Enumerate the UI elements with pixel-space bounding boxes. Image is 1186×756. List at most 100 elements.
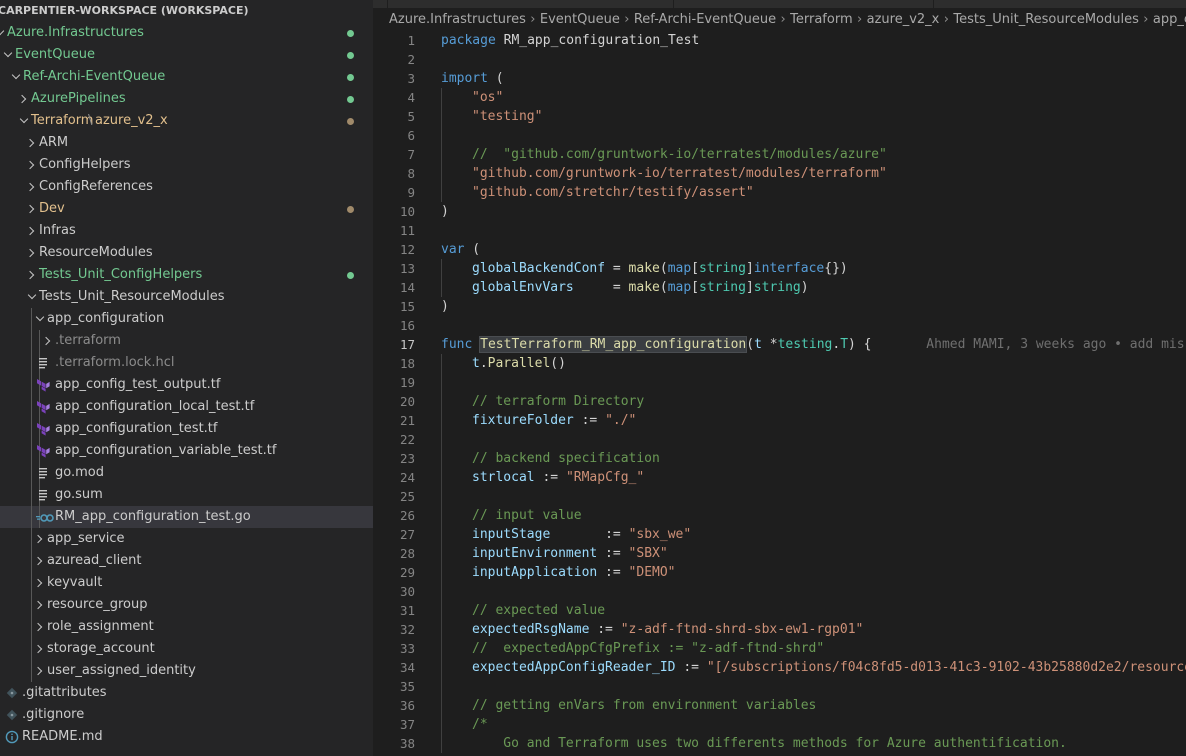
chevron-right-icon[interactable] — [35, 572, 47, 594]
file-row[interactable]: .gitattributes — [0, 682, 373, 704]
code-line[interactable]: 1 package RM_app_configuration_Test — [373, 31, 1186, 50]
code-line[interactable]: 36 // getting enVars from environment var… — [373, 696, 1186, 715]
chevron-right-icon[interactable] — [27, 198, 39, 220]
file-row[interactable]: go.mod — [0, 462, 373, 484]
code-line[interactable]: 33 // expectedAppCfgPrefix := "z-adf-ftnd… — [373, 639, 1186, 658]
code-line[interactable]: 28 inputEnvironment := "SBX" — [373, 544, 1186, 563]
folder-row[interactable]: ARM — [0, 132, 373, 154]
chevron-right-icon[interactable] — [27, 132, 39, 154]
folder-row[interactable]: Dev — [0, 198, 373, 220]
folder-row[interactable]: EventQueue — [0, 44, 373, 66]
chevron-right-icon[interactable] — [27, 154, 39, 176]
workspace-section-title[interactable]: CARPENTIER-WORKSPACE (WORKSPACE) — [0, 0, 373, 22]
code-line[interactable]: 25 — [373, 487, 1186, 506]
code-line[interactable]: 22 — [373, 430, 1186, 449]
breadcrumb-item[interactable]: azure_v2_x — [867, 12, 940, 27]
chevron-right-icon[interactable] — [35, 550, 47, 572]
code-line[interactable]: 13 globalBackendConf = make(map[string]in… — [373, 259, 1186, 278]
breadcrumb-item[interactable]: app_configuration — [1153, 12, 1186, 27]
folder-row[interactable]: .terraform — [0, 330, 373, 352]
chevron-down-icon[interactable] — [35, 308, 47, 330]
code-line[interactable]: 2 — [373, 50, 1186, 69]
file-row[interactable]: go.sum — [0, 484, 373, 506]
code-line[interactable]: 10) — [373, 202, 1186, 221]
chevron-down-icon[interactable] — [3, 44, 15, 66]
breadcrumb-item[interactable]: Azure.Infrastructures — [389, 12, 526, 27]
folder-row[interactable]: Tests_Unit_ConfigHelpers — [0, 264, 373, 286]
code-line[interactable]: 38 Go and Terraform uses two differents … — [373, 734, 1186, 753]
folder-row[interactable]: Azure.Infrastructures — [0, 22, 373, 44]
code-line[interactable]: 24 strlocal := "RMapCfg_" — [373, 468, 1186, 487]
chevron-right-icon[interactable] — [19, 88, 31, 110]
code-line[interactable]: 20 // terraform Directory — [373, 392, 1186, 411]
folder-row[interactable]: azuread_client — [0, 550, 373, 572]
code-line[interactable]: 18 t.Parallel() — [373, 354, 1186, 373]
code-line[interactable]: 19 — [373, 373, 1186, 392]
chevron-right-icon[interactable] — [35, 528, 47, 550]
file-row[interactable]: .terraform.lock.hcl — [0, 352, 373, 374]
code-line[interactable]: 7 // "github.com/gruntwork-io/terratest/m… — [373, 145, 1186, 164]
code-line[interactable]: 37 /* — [373, 715, 1186, 734]
code-line[interactable]: 21 fixtureFolder := "./" — [373, 411, 1186, 430]
code-line[interactable]: 30 — [373, 582, 1186, 601]
code-line[interactable]: 9 "github.com/stretchr/testify/assert" — [373, 183, 1186, 202]
chevron-right-icon[interactable] — [43, 330, 55, 352]
file-row[interactable]: .gitignore — [0, 704, 373, 726]
file-row[interactable]: README.md — [0, 726, 373, 748]
chevron-right-icon[interactable] — [27, 242, 39, 264]
code-line[interactable]: 5 "testing" — [373, 107, 1186, 126]
folder-row[interactable]: role_assignment — [0, 616, 373, 638]
code-line[interactable]: 6 — [373, 126, 1186, 145]
breadcrumb-item[interactable]: Ref-Archi-EventQueue — [634, 12, 776, 27]
code-line[interactable]: 14 globalEnvVars = make(map[string]string… — [373, 278, 1186, 297]
folder-row[interactable]: ConfigReferences — [0, 176, 373, 198]
folder-row[interactable]: Infras — [0, 220, 373, 242]
folder-row[interactable]: storage_account — [0, 638, 373, 660]
chevron-right-icon[interactable] — [35, 638, 47, 660]
folder-row[interactable]: Ref-Archi-EventQueue — [0, 66, 373, 88]
breadcrumb-item[interactable]: Terraform — [790, 12, 852, 27]
chevron-down-icon[interactable] — [11, 66, 23, 88]
folder-row[interactable]: AzurePipelines — [0, 88, 373, 110]
breadcrumb-item[interactable]: Tests_Unit_ResourceModules — [953, 12, 1139, 27]
folder-row[interactable]: ResourceModules — [0, 242, 373, 264]
code-line[interactable]: 23 // backend specification — [373, 449, 1186, 468]
chevron-right-icon[interactable] — [27, 176, 39, 198]
chevron-right-icon[interactable] — [27, 220, 39, 242]
folder-row[interactable]: resource_group — [0, 594, 373, 616]
file-row[interactable]: app_configuration_variable_test.tf — [0, 440, 373, 462]
code-line[interactable]: 31 // expected value — [373, 601, 1186, 620]
chevron-down-icon[interactable] — [0, 22, 7, 44]
code-line[interactable]: 17 func TestTerraform_RM_app_configuratio… — [373, 335, 1186, 354]
folder-row[interactable]: app_configuration — [0, 308, 373, 330]
file-row[interactable]: app_config_test_output.tf — [0, 374, 373, 396]
code-line[interactable]: 34 expectedAppConfigReader_ID := "[/subsc… — [373, 658, 1186, 677]
folder-row[interactable]: Tests_Unit_ResourceModules — [0, 286, 373, 308]
file-row[interactable]: RM_app_configuration_test.go — [0, 506, 373, 528]
chevron-down-icon[interactable] — [27, 286, 39, 308]
folder-row[interactable]: ConfigHelpers — [0, 154, 373, 176]
tab-strip[interactable] — [373, 0, 1186, 8]
chevron-right-icon[interactable] — [35, 594, 47, 616]
code-line[interactable]: 12 var ( — [373, 240, 1186, 259]
code-line[interactable]: 35 — [373, 677, 1186, 696]
chevron-right-icon[interactable] — [27, 264, 39, 286]
file-row[interactable]: app_configuration_test.tf — [0, 418, 373, 440]
code-line[interactable]: 3 import ( — [373, 69, 1186, 88]
breadcrumb-item[interactable]: EventQueue — [540, 12, 620, 27]
code-line[interactable]: 26 // input value — [373, 506, 1186, 525]
code-line[interactable]: 15) — [373, 297, 1186, 316]
chevron-right-icon[interactable] — [35, 660, 47, 682]
chevron-right-icon[interactable] — [35, 616, 47, 638]
code-line[interactable]: 8 "github.com/gruntwork-io/terratest/modu… — [373, 164, 1186, 183]
code-line[interactable]: 29 inputApplication := "DEMO" — [373, 563, 1186, 582]
code-line[interactable]: 32 expectedRsgName := "z-adf-ftnd-shrd-sb… — [373, 620, 1186, 639]
folder-row[interactable]: Terraform \ azure_v2_x — [0, 110, 373, 132]
code-line[interactable]: 11 — [373, 221, 1186, 240]
code-line[interactable]: 27 inputStage := "sbx_we" — [373, 525, 1186, 544]
folder-row[interactable]: user_assigned_identity — [0, 660, 373, 682]
folder-row[interactable]: keyvault — [0, 572, 373, 594]
file-row[interactable]: app_configuration_local_test.tf — [0, 396, 373, 418]
code-line[interactable]: 4 "os" — [373, 88, 1186, 107]
code-view[interactable]: 1 package RM_app_configuration_Test 2 3 impo… — [373, 31, 1186, 753]
